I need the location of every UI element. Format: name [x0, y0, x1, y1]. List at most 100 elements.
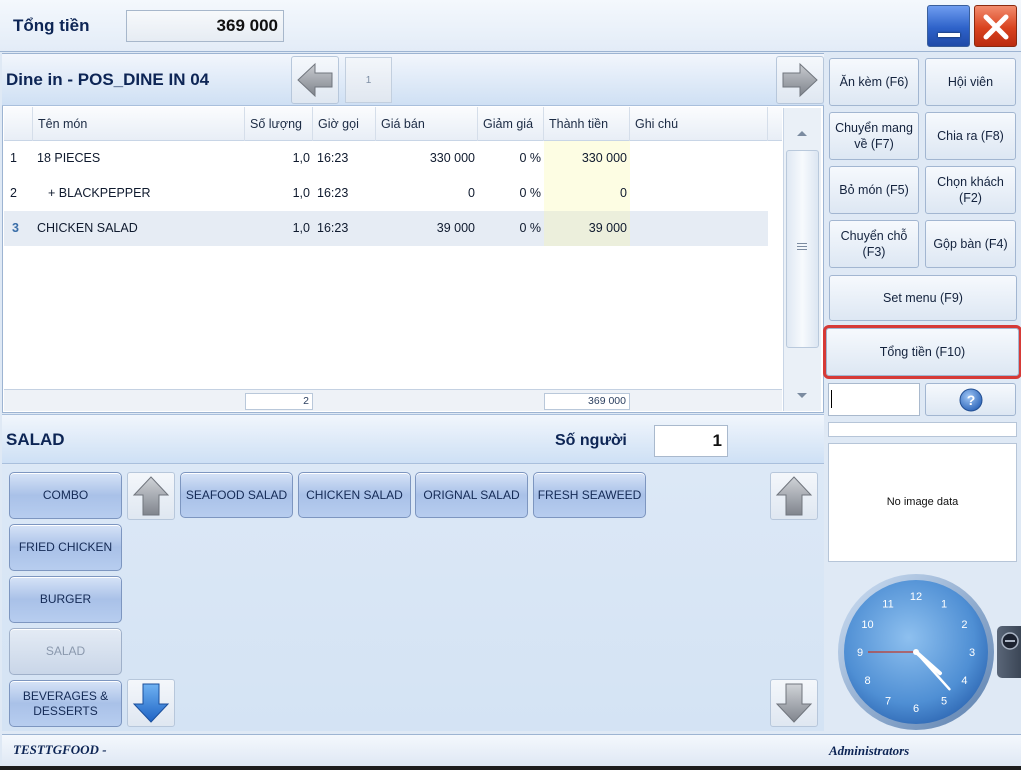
- clock-numeral: 6: [913, 703, 919, 715]
- row-item-name: 18 PIECES: [37, 151, 101, 165]
- footer-amount-total: 369 000: [544, 393, 630, 410]
- row-discount: 0 %: [519, 151, 541, 165]
- clock-numeral: 8: [864, 675, 870, 687]
- item-seafood-salad[interactable]: SEAFOOD SALAD: [180, 472, 293, 518]
- row-index: 1: [10, 151, 17, 165]
- clock-numeral: 2: [961, 619, 967, 631]
- clock-numeral: 3: [969, 647, 975, 659]
- category-down-button[interactable]: [127, 679, 175, 727]
- items-down-button[interactable]: [770, 679, 818, 727]
- prev-page-button[interactable]: [291, 56, 339, 104]
- order-grid-footer: 2 369 000: [4, 389, 782, 411]
- footer-qty-total: 2: [245, 393, 313, 410]
- column-header-qty[interactable]: Số lượng: [245, 107, 313, 141]
- remove-item-button[interactable]: Bỏ món (F5): [829, 166, 919, 214]
- people-count-input[interactable]: 1: [654, 425, 728, 457]
- row-note: [630, 141, 768, 176]
- column-header-index: [4, 107, 33, 141]
- category-beverages-desserts[interactable]: BEVERAGES & DESSERTS: [9, 680, 122, 727]
- row-note: [630, 176, 768, 211]
- column-header-time[interactable]: Giờ gọi: [313, 107, 376, 141]
- row-qty: 1,0: [292, 186, 310, 200]
- item-fresh-seaweed[interactable]: FRESH SEAWEED: [533, 472, 646, 518]
- arrow-down-icon: [775, 683, 813, 723]
- close-button[interactable]: [974, 5, 1017, 47]
- row-qty: 1,0: [292, 221, 310, 235]
- row-time: 16:23: [317, 186, 349, 200]
- category-combo[interactable]: COMBO: [9, 472, 122, 519]
- row-time: 16:23: [317, 151, 349, 165]
- status-user-role: Administrators: [829, 743, 910, 758]
- row-discount: 0 %: [519, 186, 541, 200]
- category-title: SALAD: [6, 430, 65, 449]
- total-label: Tổng tiền: [13, 16, 90, 35]
- item-chicken-salad[interactable]: CHICKEN SALAD: [298, 472, 411, 518]
- row-index: 2: [10, 186, 17, 200]
- takeaway-label-line2: về (F7): [854, 137, 894, 151]
- menu-area: [2, 465, 824, 731]
- split-button[interactable]: Chia ra (F8): [925, 112, 1016, 160]
- category-up-button[interactable]: [127, 472, 175, 520]
- table-row[interactable]: 2 + BLACKPEPPER 1,0 16:23 0 0 % 0: [4, 176, 768, 211]
- column-header-price[interactable]: Giá bán: [376, 107, 478, 141]
- scroll-down-icon[interactable]: [796, 387, 808, 405]
- items-up-button[interactable]: [770, 472, 818, 520]
- select-customer-button[interactable]: Chọn khách (F2): [925, 166, 1016, 214]
- category-salad[interactable]: SALAD: [9, 628, 122, 675]
- tab-toggle-icon: [1001, 632, 1019, 650]
- column-header-name[interactable]: Tên món: [33, 107, 245, 141]
- minimize-button[interactable]: [927, 5, 970, 47]
- category-burger[interactable]: BURGER: [9, 576, 122, 623]
- scroll-up-icon[interactable]: [796, 124, 808, 142]
- info-strip: [828, 422, 1017, 437]
- code-input[interactable]: [828, 383, 920, 416]
- minimize-icon: [938, 33, 960, 37]
- category-fried-chicken[interactable]: FRIED CHICKEN: [9, 524, 122, 571]
- merge-table-button[interactable]: Gộp bàn (F4): [925, 220, 1016, 268]
- status-store-name: TESTTGFOOD -: [13, 742, 107, 757]
- takeaway-button[interactable]: Chuyển mang về (F7): [829, 112, 919, 160]
- close-icon: [983, 14, 1009, 40]
- clock-numeral: 10: [861, 619, 873, 631]
- arrow-up-icon: [132, 476, 170, 516]
- arrow-down-icon: [132, 683, 170, 723]
- takeaway-label-line1: Chuyển mang: [835, 121, 913, 135]
- clock-numeral: 12: [910, 591, 922, 603]
- text-caret: [831, 390, 832, 408]
- clock-numeral: 7: [885, 695, 891, 707]
- page-number: 1: [345, 57, 392, 103]
- item-orignal-salad[interactable]: ORIGNAL SALAD: [415, 472, 528, 518]
- table-row[interactable]: 1 18 PIECES 1,0 16:23 330 000 0 % 330 00…: [4, 141, 768, 176]
- row-qty: 1,0: [292, 151, 310, 165]
- clock-numeral: 1: [941, 599, 947, 611]
- table-row-selected[interactable]: 3 CHICKEN SALAD 1,0 16:23 39 000 0 % 39 …: [4, 211, 768, 246]
- row-amount: 39 000: [544, 211, 630, 246]
- column-header-amount[interactable]: Thành tiền: [544, 107, 630, 141]
- select-customer-label-line1: Chọn khách: [937, 175, 1004, 189]
- bottom-edge: [0, 766, 1021, 770]
- total-button[interactable]: Tổng tiền (F10): [823, 325, 1021, 379]
- row-item-name: + BLACKPEPPER: [48, 186, 151, 200]
- column-header-note[interactable]: Ghi chú: [630, 107, 768, 141]
- help-button[interactable]: ?: [925, 383, 1016, 416]
- next-page-button[interactable]: [776, 56, 824, 104]
- row-amount: 0: [544, 176, 630, 211]
- order-grid-header: Tên món Số lượng Giờ gọi Giá bán Giảm gi…: [4, 107, 782, 141]
- side-panel-tab[interactable]: [997, 626, 1021, 678]
- clock-numeral: 5: [941, 695, 947, 707]
- addon-button[interactable]: Ăn kèm (F6): [829, 58, 919, 106]
- clock-numeral: 9: [857, 647, 863, 659]
- arrow-left-icon: [297, 62, 333, 98]
- move-table-button[interactable]: Chuyển chỗ (F3): [829, 220, 919, 268]
- people-label: Số người: [555, 432, 627, 449]
- arrow-right-icon: [782, 62, 818, 98]
- row-price: 39 000: [436, 221, 475, 235]
- clock: 12 1 2 3 4 5 6 7 8 9 10 11: [836, 572, 996, 737]
- member-button[interactable]: Hội viên: [925, 58, 1016, 106]
- row-item-name: CHICKEN SALAD: [37, 221, 138, 235]
- arrow-up-icon: [775, 476, 813, 516]
- select-customer-label-line2: (F2): [959, 191, 982, 205]
- item-image-placeholder: No image data: [828, 443, 1017, 562]
- column-header-discount[interactable]: Giảm giá: [478, 107, 544, 141]
- set-menu-button[interactable]: Set menu (F9): [829, 275, 1017, 321]
